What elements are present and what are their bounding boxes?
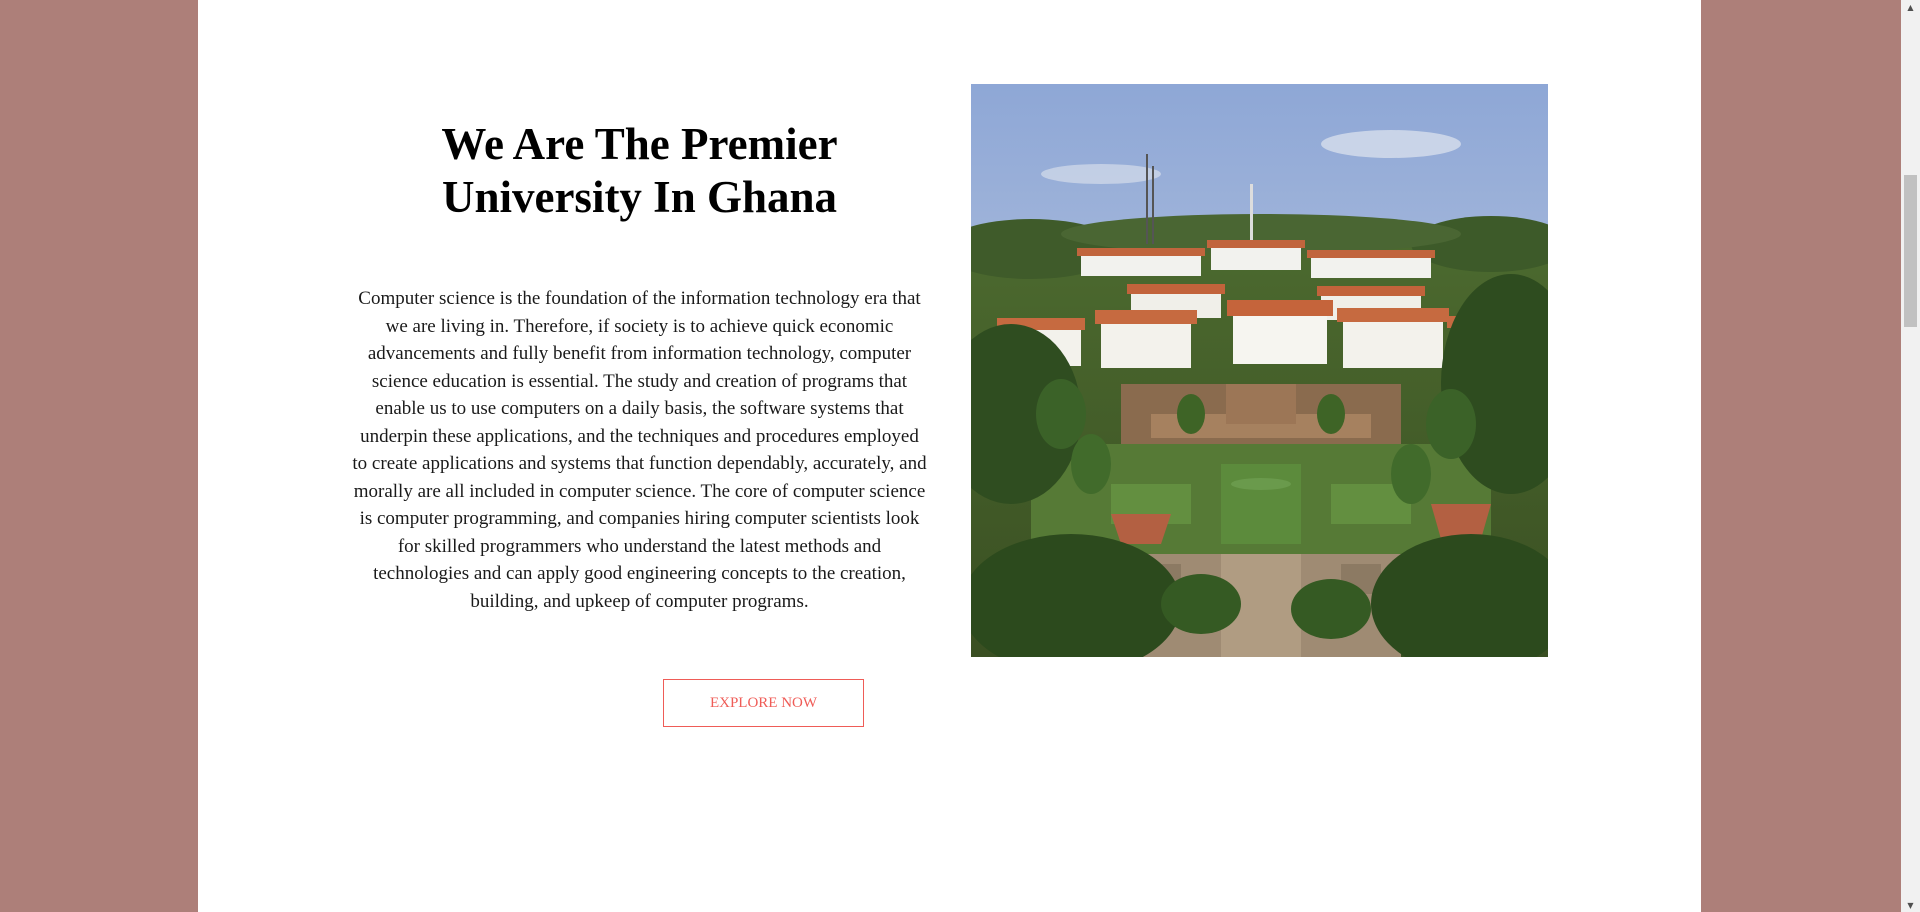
scrollbar-thumb[interactable] xyxy=(1904,175,1917,327)
page-title: We Are The Premier University In Ghana xyxy=(351,118,928,224)
explore-now-button[interactable]: EXPLORE NOW xyxy=(663,679,864,727)
hero-text-section: We Are The Premier University In Ghana Co… xyxy=(351,118,928,615)
vertical-scrollbar[interactable]: ▲ ▼ xyxy=(1901,0,1920,912)
page-title-line-2: University In Ghana xyxy=(441,172,838,222)
page-title-line-1: We Are The Premier xyxy=(441,119,838,169)
scroll-up-arrow-icon[interactable]: ▲ xyxy=(1901,0,1920,14)
content-panel: We Are The Premier University In Ghana Co… xyxy=(198,0,1701,912)
scroll-down-arrow-icon[interactable]: ▼ xyxy=(1901,898,1920,912)
campus-aerial-photo xyxy=(971,84,1548,657)
hero-description: Computer science is the foundation of th… xyxy=(352,288,927,612)
